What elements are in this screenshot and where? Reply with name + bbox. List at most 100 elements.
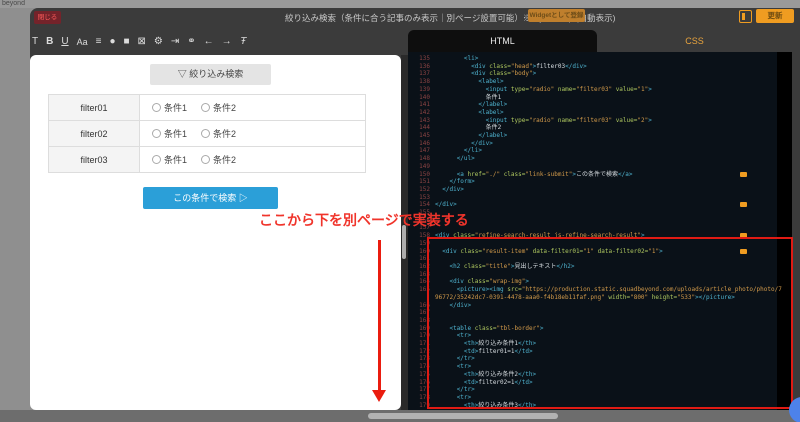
line-code[interactable]: </div> <box>435 201 782 209</box>
radio-option[interactable]: 条件1 <box>152 153 187 166</box>
browser-strip-text: beyond <box>2 0 25 7</box>
code-line: 136 <div class="head">filter03</div> <box>408 63 782 71</box>
line-code[interactable]: 条件2 <box>435 124 782 132</box>
line-code[interactable]: <div class="head">filter03</div> <box>435 63 782 71</box>
undo-icon[interactable]: ← <box>204 31 214 53</box>
radio-label: 条件2 <box>213 127 236 140</box>
image-icon[interactable]: ⊠ <box>138 31 146 53</box>
code-line: 138 <label> <box>408 78 782 86</box>
line-code[interactable]: </li> <box>435 147 782 155</box>
line-number: 149 <box>408 163 435 171</box>
radio-label: 条件1 <box>164 127 187 140</box>
text-icon[interactable]: T <box>32 31 38 53</box>
code-line: 141 </label> <box>408 101 782 109</box>
filter-table: filter01条件1条件2filter02条件1条件2filter03条件1条… <box>48 94 366 173</box>
radio-label: 条件1 <box>164 101 187 114</box>
code-line: 147 </li> <box>408 147 782 155</box>
text-color-icon[interactable]: ● <box>109 31 115 53</box>
tab-html[interactable]: HTML <box>408 30 597 52</box>
underline-icon[interactable]: U <box>61 31 68 53</box>
line-code[interactable]: <label> <box>435 78 782 86</box>
radio-icon[interactable] <box>152 103 161 112</box>
line-code[interactable]: <a href="./" class="link-submit">この条件で検索… <box>435 171 782 179</box>
line-number: 153 <box>408 194 435 202</box>
table-row: filter02 条件1 条件2 <box>49 121 366 147</box>
radio-label: 条件1 <box>164 153 187 166</box>
tab-css[interactable]: CSS <box>597 30 792 52</box>
link-icon[interactable]: ⚭ <box>187 31 195 53</box>
line-code[interactable] <box>435 163 782 171</box>
font-size-icon[interactable]: Aa <box>77 31 88 53</box>
indent-icon[interactable]: ⇥ <box>171 31 179 53</box>
panel-scrollbar-thumb[interactable] <box>402 225 406 259</box>
radio-option[interactable]: 条件2 <box>201 101 236 114</box>
line-code[interactable]: </label> <box>435 101 782 109</box>
code-line: 153 <box>408 194 782 202</box>
update-button[interactable]: 更新 <box>756 9 794 23</box>
row-label: filter03 <box>49 147 140 172</box>
line-code[interactable]: </div> <box>435 140 782 148</box>
preview-panel: ▽ 絞り込み検索 filter01条件1条件2filter02条件1条件2fil… <box>30 55 401 410</box>
line-code[interactable]: <label> <box>435 109 782 117</box>
bottom-scrollbar-thumb[interactable] <box>368 413 558 419</box>
line-code[interactable] <box>435 194 782 202</box>
settings-icon[interactable]: ⚙ <box>154 31 163 53</box>
line-code[interactable] <box>435 209 782 217</box>
close-button[interactable]: 閉じる <box>34 11 61 24</box>
line-number: 136 <box>408 63 435 71</box>
radio-option[interactable]: 条件2 <box>201 127 236 140</box>
line-code[interactable]: <input type="radio" name="filter03" valu… <box>435 86 782 94</box>
line-number: 152 <box>408 186 435 194</box>
table-row: filter03 条件1 条件2 <box>49 147 366 173</box>
radio-option[interactable]: 条件1 <box>152 127 187 140</box>
line-number: 148 <box>408 155 435 163</box>
line-code[interactable]: </label> <box>435 132 782 140</box>
toolbar: TBUAa≡●■⊠⚙⇥⚭←→Ŧ <box>32 31 246 53</box>
align-icon[interactable]: ≡ <box>96 31 102 53</box>
code-line: 139 <input type="radio" name="filter03" … <box>408 86 782 94</box>
line-code[interactable]: </div> <box>435 186 782 194</box>
line-code[interactable]: 条件1 <box>435 94 782 102</box>
code-line: 145 </label> <box>408 132 782 140</box>
line-number: 154 <box>408 201 435 209</box>
filter-toggle-button[interactable]: ▽ 絞り込み検索 <box>150 64 271 85</box>
line-code[interactable]: </ul> <box>435 155 782 163</box>
line-code[interactable]: </form> <box>435 178 782 186</box>
browser-strip: beyond <box>0 0 800 8</box>
line-number: 151 <box>408 178 435 186</box>
radio-option[interactable]: 条件2 <box>201 153 236 166</box>
line-number: 140 <box>408 94 435 102</box>
row-label: filter02 <box>49 121 140 146</box>
line-number: 147 <box>408 147 435 155</box>
bg-color-icon[interactable]: ■ <box>123 31 129 53</box>
element-marker-icon[interactable] <box>740 202 747 207</box>
line-number: 139 <box>408 86 435 94</box>
radio-icon[interactable] <box>201 103 210 112</box>
element-marker-icon[interactable] <box>740 172 747 177</box>
line-code[interactable]: <div class="body"> <box>435 70 782 78</box>
radio-option[interactable]: 条件1 <box>152 101 187 114</box>
bold-icon[interactable]: B <box>46 31 53 53</box>
panel-layout-icon[interactable] <box>739 10 752 23</box>
code-line: 146 </div> <box>408 140 782 148</box>
redo-icon[interactable]: → <box>222 31 232 53</box>
code-line: 137 <div class="body"> <box>408 70 782 78</box>
search-submit-button[interactable]: この条件で検索 ▷ <box>143 187 278 209</box>
line-code[interactable] <box>435 224 782 232</box>
row-options: 条件1 条件2 <box>140 147 366 172</box>
radio-icon[interactable] <box>201 155 210 164</box>
code-line: 142 <label> <box>408 109 782 117</box>
radio-icon[interactable] <box>152 155 161 164</box>
code-line: 151 </form> <box>408 178 782 186</box>
register-widget-button[interactable]: Widgetとして登録 <box>528 9 585 22</box>
radio-icon[interactable] <box>152 129 161 138</box>
line-number: 142 <box>408 109 435 117</box>
code-line: 140 条件1 <box>408 94 782 102</box>
radio-label: 条件2 <box>213 101 236 114</box>
radio-icon[interactable] <box>201 129 210 138</box>
line-code[interactable]: <li> <box>435 55 782 63</box>
line-number: 146 <box>408 140 435 148</box>
line-code[interactable] <box>435 217 782 225</box>
table-row: filter01条件1条件2 <box>49 95 366 121</box>
line-number: 150 <box>408 171 435 179</box>
